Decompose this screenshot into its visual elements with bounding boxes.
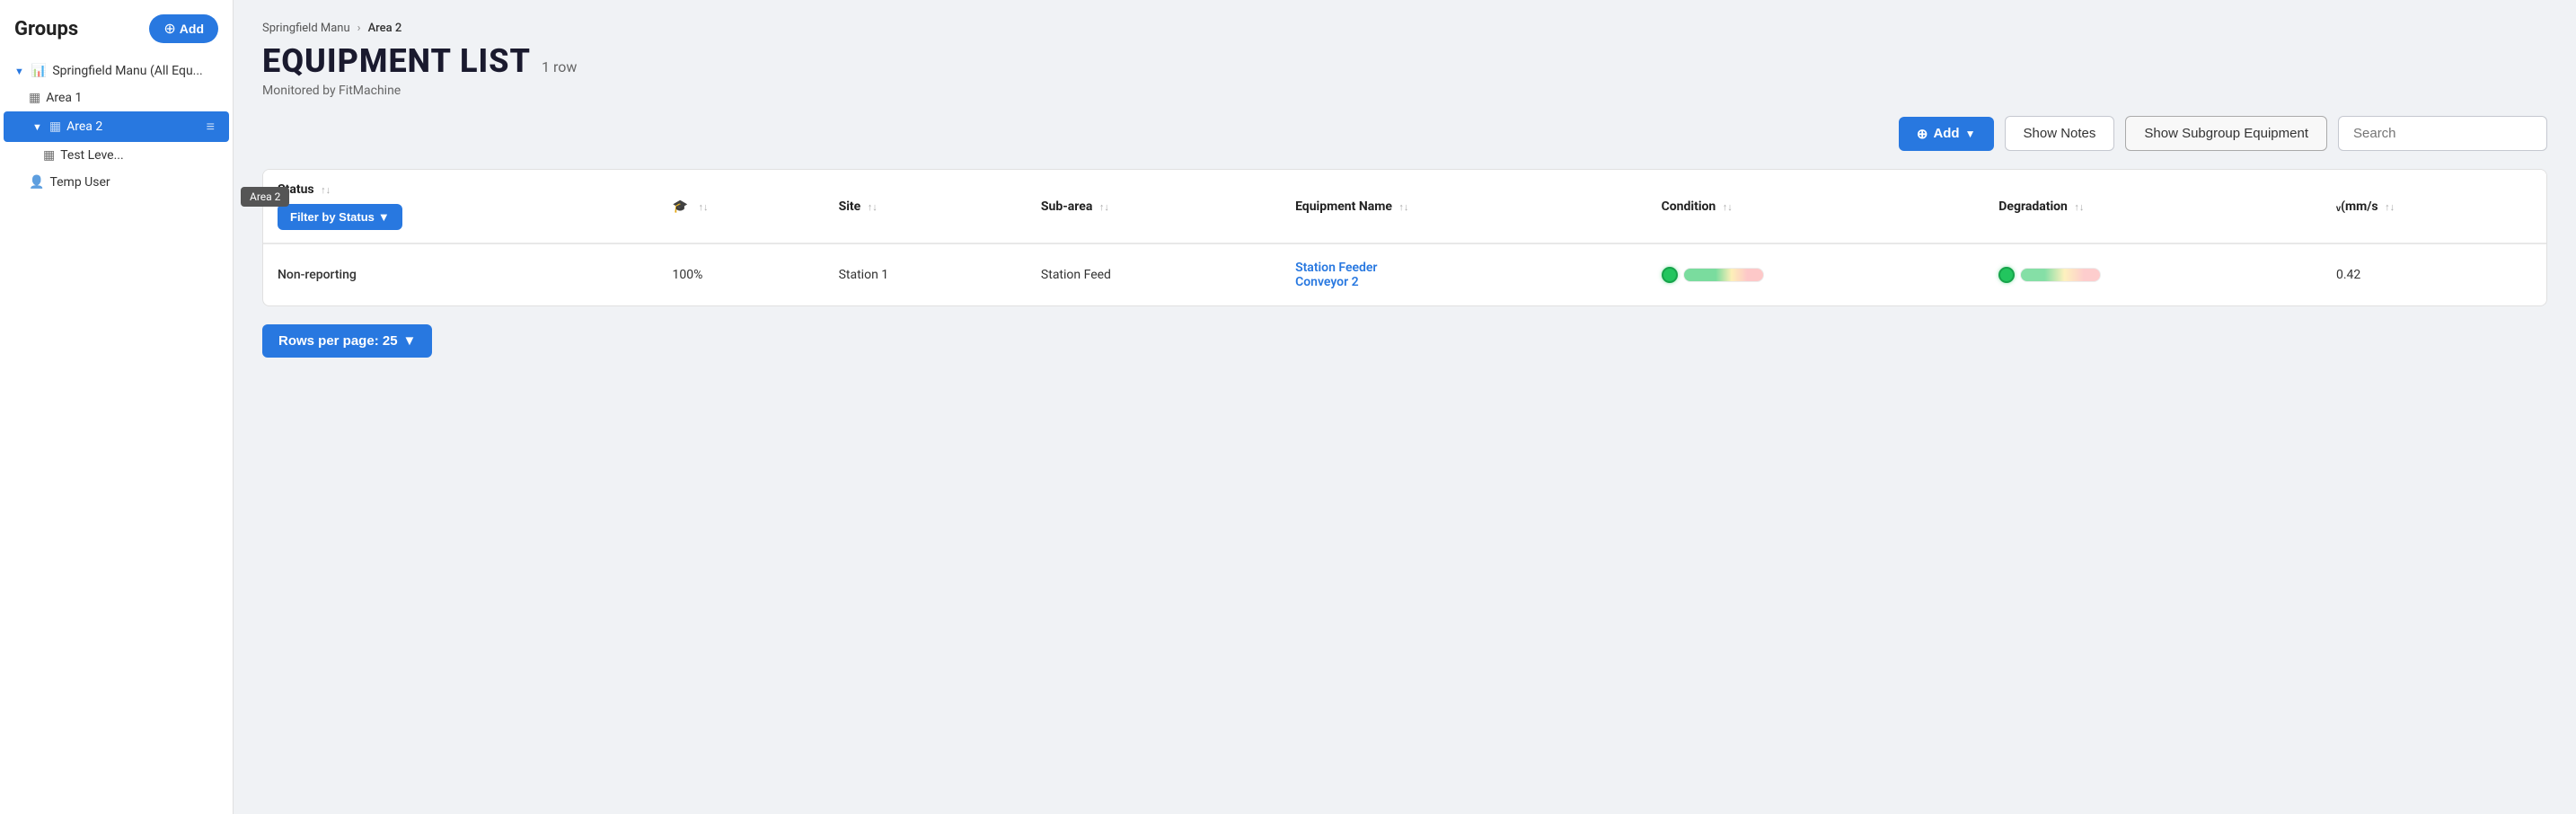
breadcrumb: Springfield Manu › Area 2 bbox=[262, 22, 2547, 35]
sidebar: Groups ⊕ Add ▼ 📊 Springfield Manu (All E… bbox=[0, 0, 234, 814]
plus-icon: ⊕ bbox=[1917, 126, 1928, 142]
sort-icon: ↑↓ bbox=[2074, 201, 2084, 213]
sort-icon: ↑↓ bbox=[698, 201, 708, 213]
col-header-site-pct[interactable]: 🎓 ↑↓ bbox=[658, 170, 825, 243]
sort-icon: ↑↓ bbox=[868, 201, 878, 213]
plus-icon: ⊕ bbox=[163, 20, 175, 38]
show-subgroup-button[interactable]: Show Subgroup Equipment bbox=[2125, 116, 2327, 151]
cell-status: Non-reporting bbox=[263, 243, 658, 305]
sidebar-item-area2[interactable]: ▼ ▦ Area 2 ≡ bbox=[4, 111, 229, 142]
cell-site-pct: 100% bbox=[658, 243, 825, 305]
sidebar-item-label: Area 2 bbox=[66, 119, 201, 134]
col-header-velocity[interactable]: ᵥ(mm/s ↑↓ bbox=[2322, 170, 2546, 243]
degradation-bar bbox=[1998, 267, 2307, 283]
toolbar: ⊕ Add ▼ Show Notes Show Subgroup Equipme… bbox=[262, 116, 2547, 151]
col-header-degradation[interactable]: Degradation ↑↓ bbox=[1984, 170, 2322, 243]
col-header-condition[interactable]: Condition ↑↓ bbox=[1647, 170, 1985, 243]
box-icon: 🎓 bbox=[673, 199, 688, 214]
row-count: 1 row bbox=[542, 58, 577, 75]
cell-subarea: Station Feed bbox=[1027, 243, 1281, 305]
sidebar-title: Groups bbox=[14, 18, 78, 40]
col-header-status[interactable]: Status ↑↓ Filter by Status ▼ bbox=[263, 170, 658, 243]
cell-equipment-name: Station Feeder Conveyor 2 bbox=[1281, 243, 1647, 305]
show-notes-button[interactable]: Show Notes bbox=[2005, 116, 2115, 151]
cell-site: Station 1 bbox=[825, 243, 1027, 305]
add-equipment-button[interactable]: ⊕ Add ▼ bbox=[1899, 117, 1994, 151]
chevron-down-icon: ▼ bbox=[14, 66, 24, 77]
menu-icon[interactable]: ≡ bbox=[207, 118, 215, 136]
dropdown-arrow-icon: ▼ bbox=[403, 333, 417, 349]
dropdown-arrow-icon: ▼ bbox=[1965, 128, 1976, 140]
col-header-site[interactable]: Site ↑↓ bbox=[825, 170, 1027, 243]
sidebar-item-label: Area 1 bbox=[46, 91, 218, 105]
sort-icon: ↑↓ bbox=[1723, 201, 1733, 213]
cell-velocity: 0.42 bbox=[2322, 243, 2546, 305]
grid-icon: ▦ bbox=[29, 91, 40, 105]
condition-indicator-dot bbox=[1662, 267, 1678, 283]
breadcrumb-separator: › bbox=[357, 22, 361, 35]
sidebar-header: Groups ⊕ Add bbox=[0, 14, 233, 58]
sort-icon: ↑↓ bbox=[1398, 201, 1408, 213]
equipment-table-container: Status ↑↓ Filter by Status ▼ 🎓 ↑↓ Site bbox=[262, 169, 2547, 306]
sidebar-item-testlevel[interactable]: ▦ Test Leve... bbox=[0, 142, 233, 169]
col-header-subarea[interactable]: Sub-area ↑↓ bbox=[1027, 170, 1281, 243]
main-content: Springfield Manu › Area 2 EQUIPMENT LIST… bbox=[234, 0, 2576, 814]
breadcrumb-parent[interactable]: Springfield Manu bbox=[262, 22, 350, 35]
col-header-equipment-name[interactable]: Equipment Name ↑↓ bbox=[1281, 170, 1647, 243]
sidebar-item-springfield[interactable]: ▼ 📊 Springfield Manu (All Equ... bbox=[0, 58, 233, 84]
sidebar-item-label: Temp User bbox=[49, 175, 218, 190]
filter-by-status-button[interactable]: Filter by Status ▼ bbox=[278, 204, 402, 230]
degradation-bar-visual bbox=[2020, 268, 2101, 282]
degradation-indicator-dot bbox=[1998, 267, 2015, 283]
sidebar-item-area1[interactable]: ▦ Area 1 bbox=[0, 84, 233, 111]
grid-icon: ▦ bbox=[49, 119, 61, 134]
sidebar-item-label: Test Leve... bbox=[60, 148, 218, 163]
page-subtitle: Monitored by FitMachine bbox=[262, 84, 2547, 98]
cell-degradation bbox=[1984, 243, 2322, 305]
grid-icon: ▦ bbox=[43, 148, 55, 163]
condition-bar bbox=[1662, 267, 1971, 283]
sort-icon: ↑↓ bbox=[321, 184, 331, 196]
equipment-table: Status ↑↓ Filter by Status ▼ 🎓 ↑↓ Site bbox=[263, 170, 2546, 305]
dropdown-arrow-icon: ▼ bbox=[378, 210, 390, 224]
cell-condition bbox=[1647, 243, 1985, 305]
search-input[interactable] bbox=[2338, 116, 2547, 151]
page-title-row: EQUIPMENT LIST 1 row bbox=[262, 42, 2547, 80]
table-row: Non-reporting 100% Station 1 Station Fee… bbox=[263, 243, 2546, 305]
sort-icon: ↑↓ bbox=[2385, 201, 2395, 213]
condition-bar-visual bbox=[1683, 268, 1764, 282]
rows-per-page-button[interactable]: Rows per page: 25 ▼ bbox=[262, 324, 432, 358]
breadcrumb-current: Area 2 bbox=[368, 22, 402, 35]
add-group-button[interactable]: ⊕ Add bbox=[149, 14, 218, 43]
sidebar-item-label: Springfield Manu (All Equ... bbox=[52, 64, 218, 78]
chart-icon: 📊 bbox=[31, 64, 47, 78]
table-header-row: Status ↑↓ Filter by Status ▼ 🎓 ↑↓ Site bbox=[263, 170, 2546, 243]
sort-icon: ↑↓ bbox=[1099, 201, 1109, 213]
chevron-down-icon: ▼ bbox=[32, 121, 42, 133]
user-icon: 👤 bbox=[29, 175, 44, 190]
page-title: EQUIPMENT LIST bbox=[262, 42, 531, 80]
equipment-name-link-line1[interactable]: Station Feeder bbox=[1295, 261, 1377, 275]
equipment-name-link-line2[interactable]: Conveyor 2 bbox=[1295, 275, 1359, 289]
sidebar-item-tempuser[interactable]: 👤 Temp User bbox=[0, 169, 233, 196]
